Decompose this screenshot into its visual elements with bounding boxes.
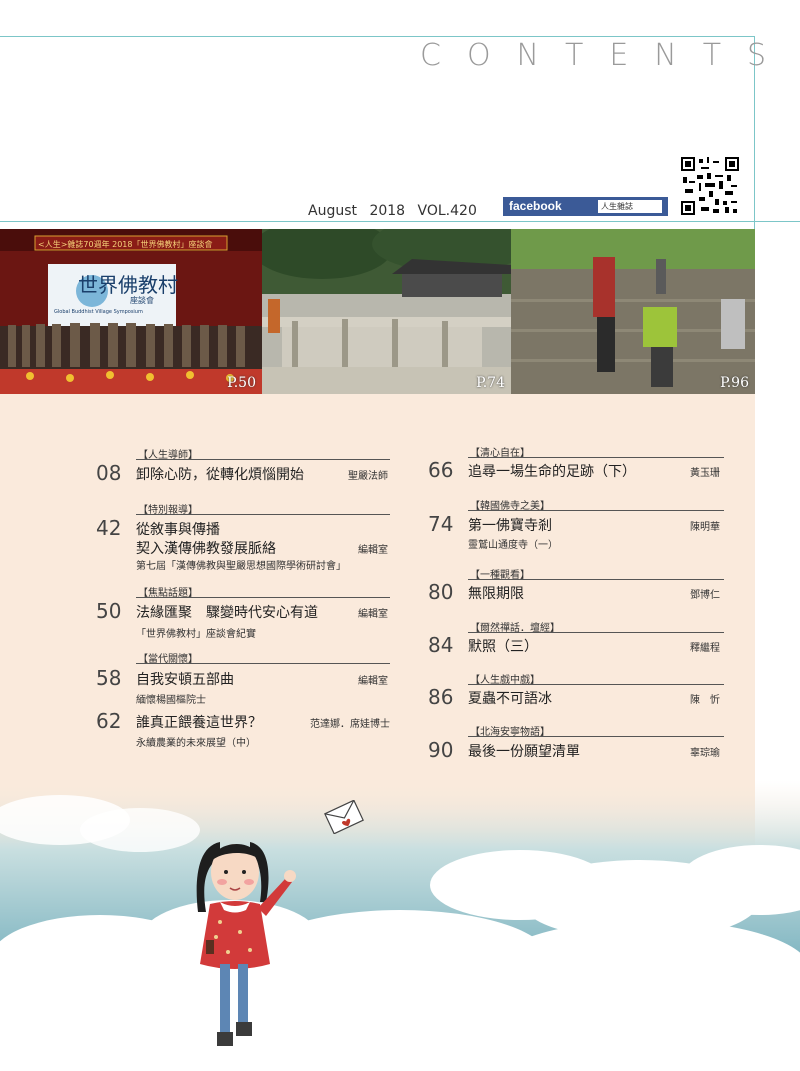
item-title[interactable]: 最後一份願望清單	[468, 741, 580, 761]
section-rule	[136, 597, 390, 598]
item-page-number: 66	[428, 458, 454, 482]
item-subtitle: 第七屆「漢傳佛教與聖嚴思想國際學術研討會」	[136, 561, 346, 572]
item-author: 聖嚴法師	[348, 471, 388, 482]
section-rule	[136, 514, 390, 515]
item-author: 編輯室	[358, 545, 388, 556]
letter-envelope-icon	[324, 799, 364, 838]
contents-title: CONTENTS	[420, 38, 793, 73]
item-title[interactable]: 追尋一場生命的足跡（下）	[468, 461, 636, 481]
photo-page-number: P.96	[720, 375, 749, 391]
sky-illustration	[0, 780, 800, 1067]
item-author: 黃玉珊	[690, 468, 720, 479]
item-author: 鄧博仁	[690, 590, 720, 601]
item-author: 陳 忻	[690, 695, 720, 706]
photo-page-number: P.74	[476, 375, 505, 391]
section-rule	[468, 579, 724, 580]
section-rule	[468, 457, 724, 458]
item-subtitle: 靈鷲山通度寺（一）	[468, 540, 558, 551]
item-subtitle: 永續農業的未來展望（中）	[136, 738, 256, 749]
section-rule	[468, 510, 724, 511]
item-title[interactable]: 默照（三）	[468, 636, 538, 656]
section-rule	[468, 736, 724, 737]
symposium-board-title: 世界佛教村	[78, 273, 178, 297]
photo-rice-planting: P.96	[511, 229, 755, 394]
item-page-number: 08	[96, 461, 122, 485]
section-rule	[136, 459, 390, 460]
symposium-banner: <人生>雜誌70週年 2018「世界佛教村」座談會	[38, 240, 213, 249]
item-title[interactable]: 法緣匯聚 驟變時代安心有道	[136, 602, 318, 622]
facebook-search-input[interactable]: 人生雜誌	[598, 200, 662, 213]
item-page-number: 80	[428, 580, 454, 604]
item-title[interactable]: 夏蟲不可語冰	[468, 688, 552, 708]
photo-temple: P.74	[262, 229, 511, 394]
item-author: 編輯室	[358, 609, 388, 620]
item-page-number: 90	[428, 738, 454, 762]
item-author: 范達娜．席娃博士	[310, 719, 390, 730]
item-title[interactable]: 自我安頓五部曲	[136, 669, 234, 689]
qr-code-icon	[681, 157, 739, 215]
item-page-number: 58	[96, 666, 122, 690]
section-rule	[136, 663, 390, 664]
issue-info: August 2018 VOL.420	[308, 203, 477, 219]
symposium-board-english: Global Buddhist Village Symposium	[54, 309, 143, 315]
photo-symposium: <人生>雜誌70週年 2018「世界佛教村」座談會 世界佛教村 座談會 Glob…	[0, 229, 262, 394]
facebook-search-box[interactable]: facebook 人生雜誌	[503, 197, 668, 216]
item-page-number: 62	[96, 709, 122, 733]
item-page-number: 50	[96, 599, 122, 623]
item-title[interactable]: 誰真正餵養這世界？	[136, 712, 262, 732]
item-author: 陳明華	[690, 522, 720, 533]
item-page-number: 86	[428, 685, 454, 709]
photo-page-number: P.50	[227, 375, 256, 391]
item-author: 辜琮瑜	[690, 748, 720, 759]
item-author: 釋繼程	[690, 643, 720, 654]
facebook-label: facebook	[509, 199, 562, 213]
girl-illustration	[180, 832, 310, 1071]
symposium-board-subtitle: 座談會	[130, 296, 154, 305]
item-page-number: 84	[428, 633, 454, 657]
top-frame-line	[0, 36, 755, 37]
item-title[interactable]: 第一佛寶寺剎	[468, 515, 552, 535]
header-bottom-line	[0, 221, 800, 222]
item-title[interactable]: 卸除心防，從轉化煩惱開始	[136, 464, 304, 484]
item-subtitle: 「世界佛教村」座談會紀實	[136, 629, 256, 640]
item-title[interactable]: 從敘事與傳播	[136, 519, 220, 539]
item-page-number: 74	[428, 512, 454, 536]
section-rule	[468, 684, 724, 685]
item-author: 編輯室	[358, 676, 388, 687]
item-page-number: 42	[96, 516, 122, 540]
item-subtitle: 緬懷楊國樞院士	[136, 695, 206, 706]
section-rule	[468, 632, 724, 633]
item-title[interactable]: 無限期限	[468, 583, 524, 603]
item-title-line2[interactable]: 契入漢傳佛教發展脈絡	[136, 538, 276, 558]
